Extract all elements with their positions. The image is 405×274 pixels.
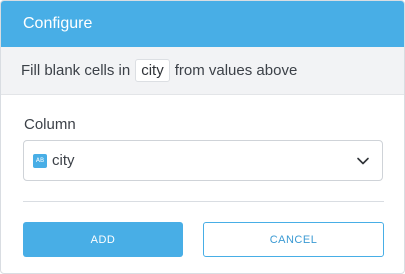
- add-button[interactable]: ADD: [23, 222, 183, 257]
- description-prefix: Fill blank cells in: [21, 62, 131, 79]
- text-type-icon: AB: [33, 153, 47, 168]
- dialog-title: Configure: [23, 15, 93, 32]
- dialog-header: Configure: [1, 1, 404, 47]
- dialog-description: Fill blank cells in city from values abo…: [1, 47, 404, 95]
- description-suffix: from values above: [174, 62, 298, 79]
- configure-dialog: Configure Fill blank cells in city from …: [0, 0, 405, 274]
- chevron-down-icon[interactable]: [356, 154, 370, 168]
- column-select-value: city: [52, 152, 75, 169]
- column-select[interactable]: AB city: [23, 140, 383, 181]
- divider: [23, 201, 384, 202]
- column-label: Column: [24, 116, 76, 133]
- column-chip: city: [135, 59, 170, 82]
- cancel-button[interactable]: CANCEL: [203, 222, 384, 257]
